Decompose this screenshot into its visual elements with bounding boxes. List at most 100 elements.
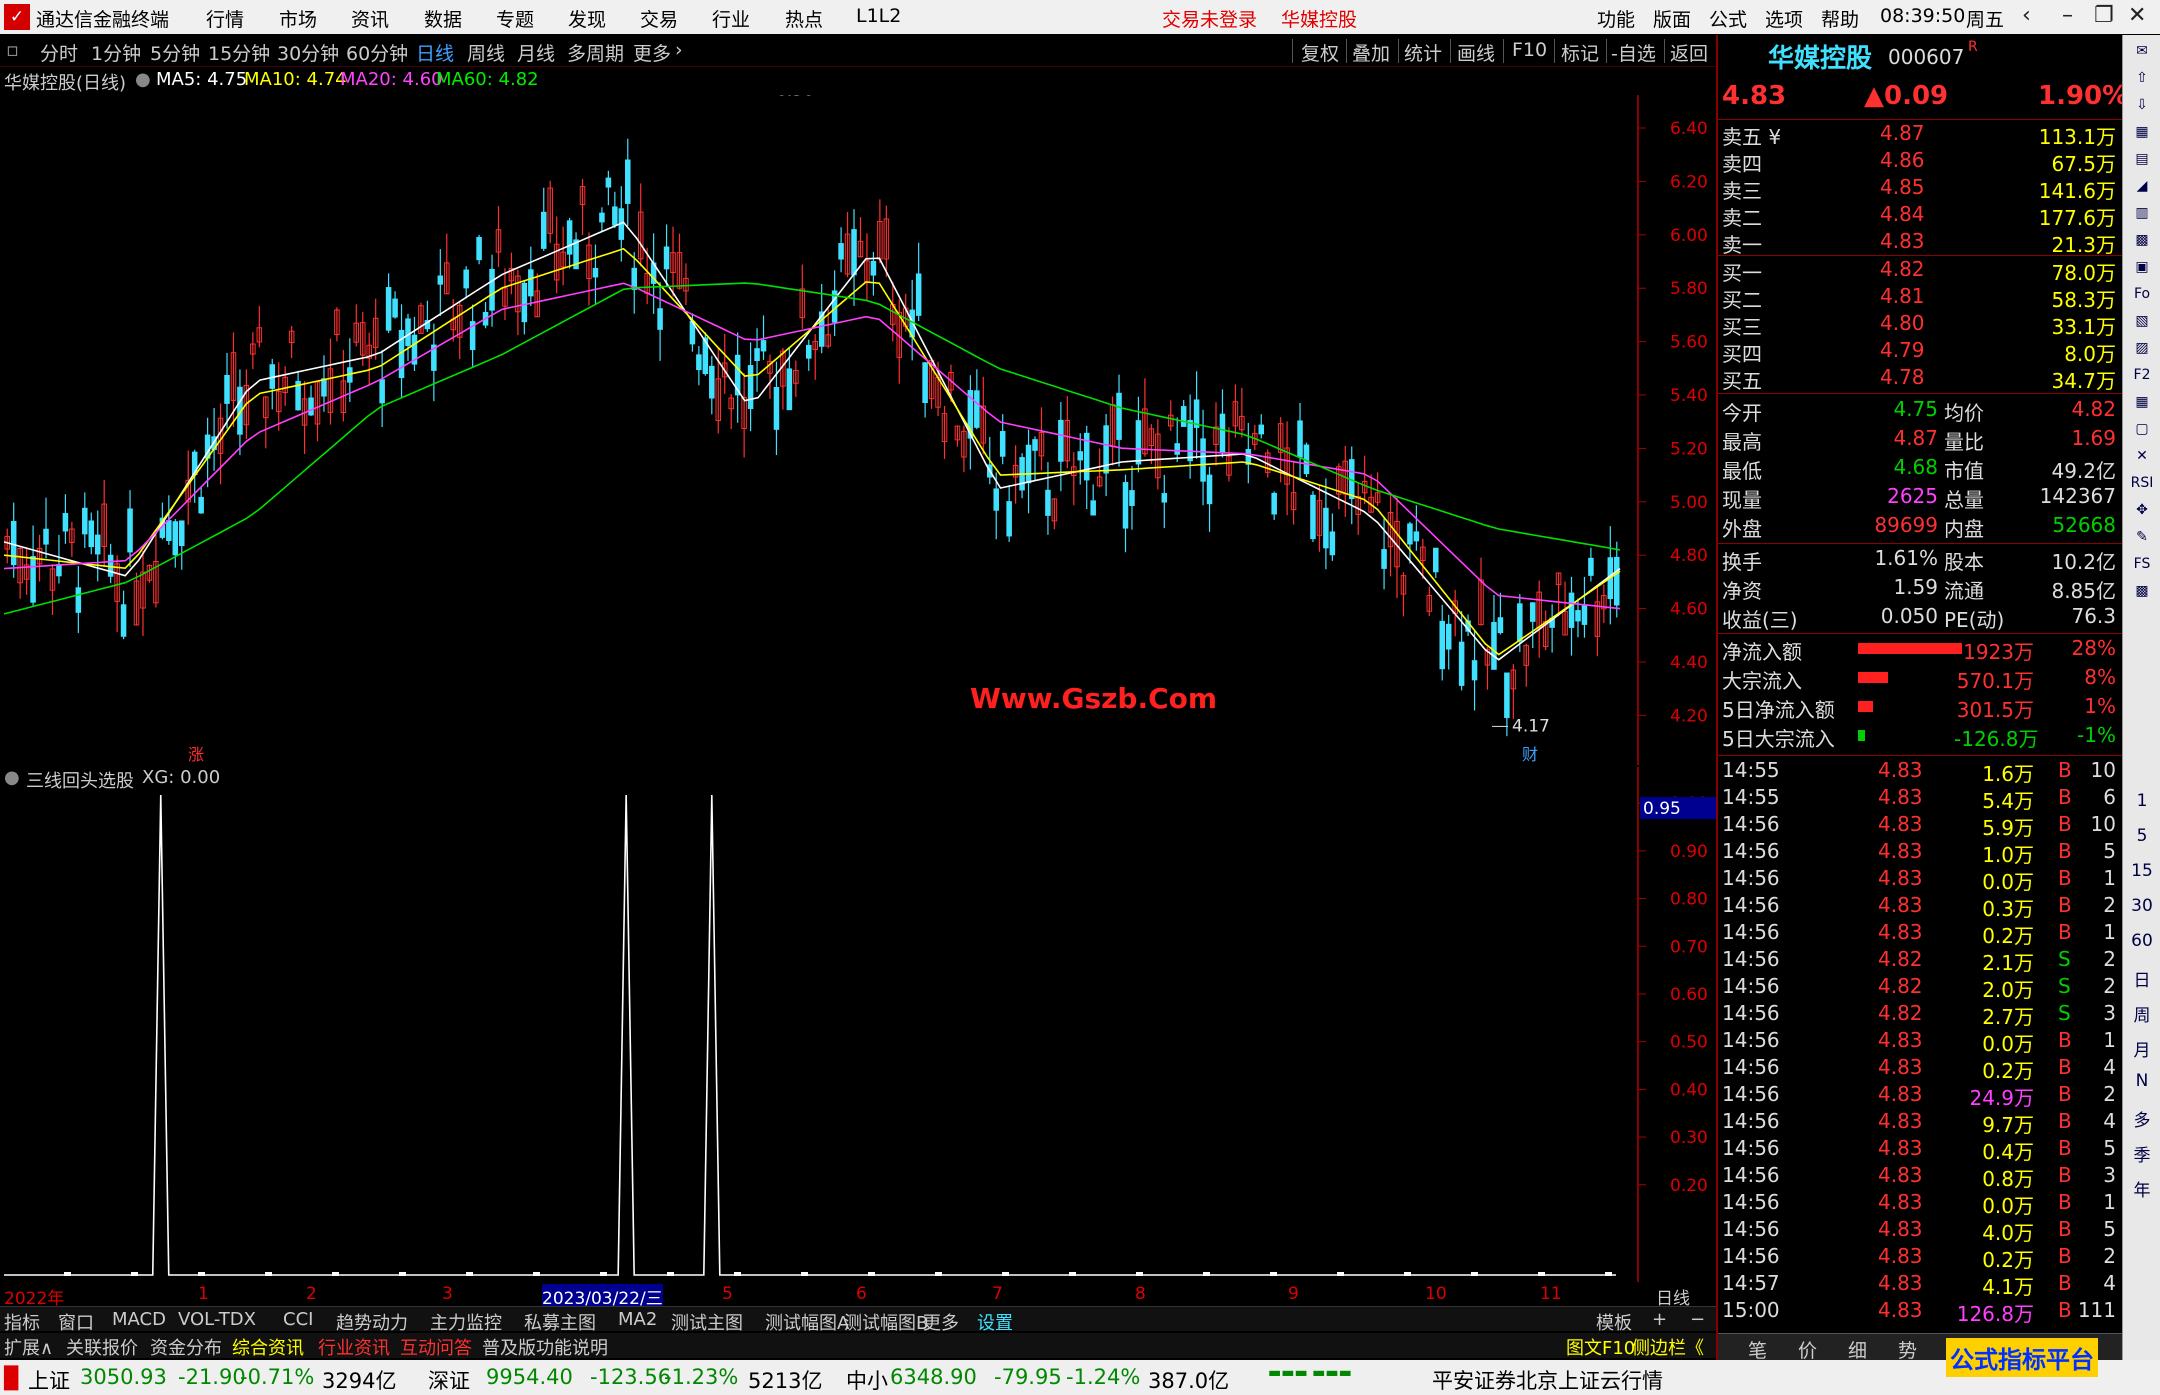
extra-tab[interactable]: 普及版功能说明 (482, 1334, 608, 1360)
menu-item[interactable]: 资讯 (351, 5, 389, 32)
indicator-tab[interactable]: 设置 (977, 1309, 1013, 1335)
tool-button[interactable]: 统计 (1404, 39, 1442, 66)
tool-button[interactable]: -自选 (1611, 39, 1656, 66)
add-icon[interactable]: + (1652, 1309, 1667, 1330)
sidebar-period[interactable]: 1 (2123, 791, 2160, 811)
f10-tab[interactable]: 图文F10 (1566, 1334, 1635, 1360)
period-tab-more[interactable]: 更多 (633, 39, 671, 66)
restore-icon[interactable]: ❐ (2094, 3, 2114, 28)
period-tab[interactable]: 30分钟 (277, 39, 339, 66)
menu-item[interactable]: 功能 (1597, 5, 1635, 32)
period-tab[interactable]: 分时 (40, 39, 78, 66)
index-name[interactable]: 深证 (428, 1365, 470, 1395)
sidebar-tool-icon[interactable]: ✎ (2123, 529, 2160, 545)
menu-item[interactable]: 交易 (640, 5, 678, 32)
period-tab[interactable]: 60分钟 (346, 39, 408, 66)
period-tab[interactable]: 15分钟 (208, 39, 270, 66)
sidebar-toggle[interactable]: 侧边栏《 (1632, 1334, 1704, 1360)
menu-item[interactable]: 公式 (1709, 5, 1747, 32)
menu-item[interactable]: L1L2 (856, 5, 901, 27)
indicator-tab[interactable]: 窗口 (58, 1309, 94, 1335)
indicator-tab[interactable]: VOL-TDX (178, 1309, 256, 1330)
sidebar-tool-icon[interactable]: RSI (2123, 475, 2160, 491)
sidebar-tool-icon[interactable]: FS (2123, 556, 2160, 572)
close-icon[interactable]: ✕ (2128, 3, 2146, 28)
sidebar-period[interactable]: N (2123, 1071, 2160, 1091)
indicator-tab[interactable]: MA2 (618, 1309, 657, 1330)
sidebar-tool-icon[interactable]: ✕ (2123, 448, 2160, 464)
period-tab[interactable]: 多周期 (567, 39, 624, 66)
sidebar-period[interactable]: 月 (2123, 1036, 2160, 1061)
sidebar-period[interactable]: 5 (2123, 826, 2160, 846)
indicator-tab[interactable]: CCI (283, 1309, 313, 1330)
tool-button[interactable]: 标记 (1561, 39, 1599, 66)
quote-tab[interactable]: 细 (1848, 1336, 1867, 1363)
menu-item[interactable]: 数据 (424, 5, 462, 32)
sidebar-tool-icon[interactable]: ▩ (2123, 232, 2160, 248)
tool-button[interactable]: 复权 (1301, 39, 1339, 66)
remove-icon[interactable]: − (1690, 1309, 1705, 1330)
sidebar-period[interactable]: 15 (2123, 861, 2160, 881)
sidebar-tool-icon[interactable]: ◢ (2123, 178, 2160, 194)
menu-item[interactable]: 发现 (568, 5, 606, 32)
menu-item[interactable]: 专题 (496, 5, 534, 32)
chevron-right-icon[interactable]: › (675, 39, 683, 61)
quote-tab[interactable]: 笔 (1748, 1336, 1767, 1363)
tool-button[interactable]: 返回 (1670, 39, 1708, 66)
sidebar-tool-icon[interactable]: ⇧ (2123, 70, 2160, 86)
menu-item[interactable]: 行业 (712, 5, 750, 32)
extra-tab[interactable]: 综合资讯 (232, 1334, 304, 1360)
sidebar-tool-icon[interactable]: ▦ (2123, 124, 2160, 140)
period-tab[interactable]: 1分钟 (91, 39, 141, 66)
menu-item[interactable]: 版面 (1653, 5, 1691, 32)
sidebar-tool-icon[interactable]: ▦ (2123, 394, 2160, 410)
period-tab[interactable]: 5分钟 (150, 39, 200, 66)
tool-button[interactable]: F10 (1512, 39, 1547, 61)
extra-tab[interactable]: 行业资讯 (318, 1334, 390, 1360)
indicator-chart[interactable]: 1.000.900.800.700.600.500.400.300.200.95 (0, 767, 1716, 1282)
quote-tab[interactable]: 价 (1798, 1336, 1817, 1363)
sidebar-tool-icon[interactable]: ▧ (2123, 313, 2160, 329)
indicator-tab[interactable]: 测试幅图B (844, 1309, 928, 1335)
tool-button[interactable]: 叠加 (1352, 39, 1390, 66)
indicator-tab[interactable]: 测试主图 (671, 1309, 743, 1335)
sidebar-tool-icon[interactable]: ✥ (2123, 502, 2160, 518)
menu-item[interactable]: 行情 (206, 5, 244, 32)
sidebar-tool-icon[interactable]: Fo (2123, 286, 2160, 302)
extra-tab[interactable]: 关联报价 (66, 1334, 138, 1360)
sidebar-tool-icon[interactable]: ▨ (2123, 340, 2160, 356)
period-tab[interactable]: 月线 (517, 39, 555, 66)
indicator-tab[interactable]: 私募主图 (524, 1309, 596, 1335)
extra-tab[interactable]: 资金分布 (150, 1334, 222, 1360)
quote-tab[interactable]: 势 (1898, 1336, 1917, 1363)
sidebar-tool-icon[interactable]: ✉ (2123, 43, 2160, 59)
period-tab-active[interactable]: 日线 (416, 39, 454, 66)
candlestick-chart[interactable]: 6.40 6.20 6.00 5.80 5.60 5.40 5.20 5.00 4.80 4.60… (0, 95, 1716, 765)
indicator-tab[interactable]: 更多 (923, 1309, 959, 1335)
login-status[interactable]: 交易未登录 (1162, 5, 1257, 32)
indicator-tab[interactable]: MACD (112, 1309, 166, 1330)
menu-item[interactable]: 热点 (785, 5, 823, 32)
sidebar-tool-icon[interactable]: F2 (2123, 367, 2160, 383)
collapse-icon[interactable]: ● (135, 69, 151, 90)
menu-icon[interactable]: ▫ (6, 39, 19, 61)
sidebar-period[interactable]: 30 (2123, 896, 2160, 916)
sidebar-tool-icon[interactable]: ▢ (2123, 421, 2160, 437)
extra-tab[interactable]: 互动问答 (400, 1334, 472, 1360)
menu-item[interactable]: 选项 (1765, 5, 1803, 32)
index-name[interactable]: 上证 (28, 1365, 70, 1395)
sidebar-tool-icon[interactable]: ▥ (2123, 205, 2160, 221)
menu-item[interactable]: 市场 (279, 5, 317, 32)
sidebar-period[interactable]: 周 (2123, 1001, 2160, 1026)
template-button[interactable]: 模板 (1596, 1309, 1632, 1335)
sidebar-tool-icon[interactable]: ▣ (2123, 259, 2160, 275)
sidebar-period[interactable]: 60 (2123, 931, 2160, 951)
sidebar-tool-icon[interactable]: ⇩ (2123, 97, 2160, 113)
menu-item[interactable]: 帮助 (1821, 5, 1859, 32)
sidebar-period[interactable]: 年 (2123, 1176, 2160, 1201)
minimize-icon[interactable]: – (2062, 3, 2073, 28)
extra-tab[interactable]: 扩展∧ (4, 1334, 53, 1360)
sidebar-tool-icon[interactable]: ▤ (2123, 151, 2160, 167)
indicator-tab[interactable]: 主力监控 (430, 1309, 502, 1335)
sidebar-period[interactable]: 季 (2123, 1141, 2160, 1166)
